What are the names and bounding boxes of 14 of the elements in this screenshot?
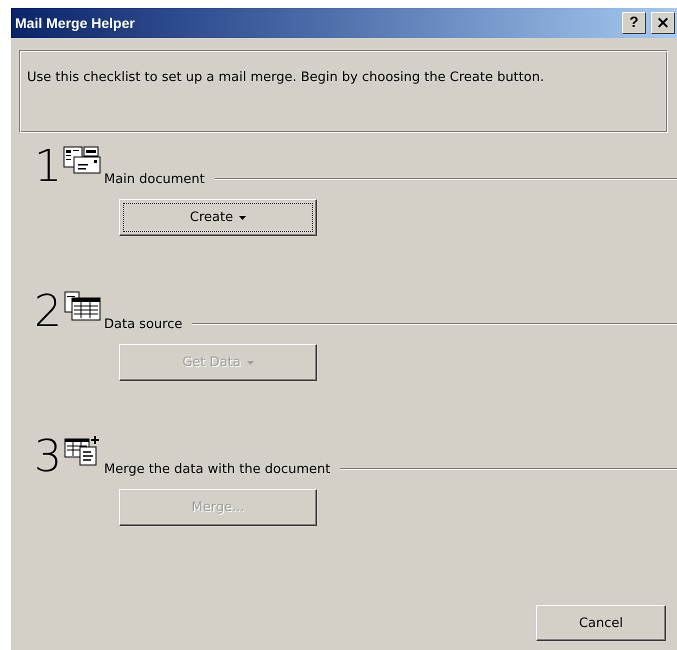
help-button[interactable]: ? — [622, 12, 646, 34]
step-label: Merge the data with the document — [104, 462, 330, 477]
step-number: 1 — [34, 145, 62, 189]
table-icon — [62, 290, 102, 322]
step-label: Main document — [104, 172, 205, 187]
step-button[interactable]: Create — [119, 199, 317, 236]
close-button[interactable]: × — [651, 12, 675, 34]
step-number: 2 — [34, 290, 62, 334]
cancel-button[interactable]: Cancel — [536, 605, 666, 641]
step-number: 3 — [34, 435, 62, 479]
window-title: Mail Merge Helper — [15, 15, 135, 31]
instructions-text: Use this checklist to set up a mail merge. Begin by choosing the Create button. — [27, 70, 544, 85]
table-document-icon — [62, 435, 102, 467]
step-label: Data source — [104, 317, 182, 332]
